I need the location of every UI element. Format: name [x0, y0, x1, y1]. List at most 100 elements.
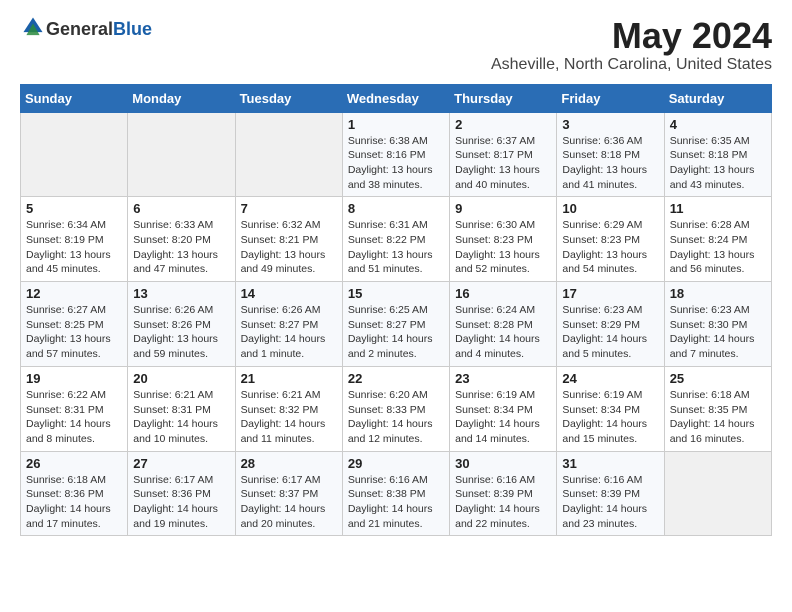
- day-cell: 14 Sunrise: 6:26 AM Sunset: 8:27 PM Dayli…: [235, 282, 342, 367]
- day-number: 25: [670, 371, 766, 386]
- day-cell: 3 Sunrise: 6:36 AM Sunset: 8:18 PM Daylig…: [557, 112, 664, 197]
- day-number: 31: [562, 456, 658, 471]
- day-info: Sunrise: 6:30 AM Sunset: 8:23 PM Dayligh…: [455, 218, 551, 277]
- calendar-header: SundayMondayTuesdayWednesdayThursdayFrid…: [21, 84, 772, 112]
- day-info: Sunrise: 6:29 AM Sunset: 8:23 PM Dayligh…: [562, 218, 658, 277]
- day-info: Sunrise: 6:16 AM Sunset: 8:38 PM Dayligh…: [348, 473, 444, 532]
- week-row-2: 5 Sunrise: 6:34 AM Sunset: 8:19 PM Daylig…: [21, 197, 772, 282]
- calendar-table: SundayMondayTuesdayWednesdayThursdayFrid…: [20, 84, 772, 537]
- logo-icon: [22, 16, 44, 38]
- day-cell: 31 Sunrise: 6:16 AM Sunset: 8:39 PM Dayli…: [557, 451, 664, 536]
- day-cell: 28 Sunrise: 6:17 AM Sunset: 8:37 PM Dayli…: [235, 451, 342, 536]
- day-info: Sunrise: 6:22 AM Sunset: 8:31 PM Dayligh…: [26, 388, 122, 447]
- header: GeneralBlue May 2024 Asheville, North Ca…: [20, 16, 772, 74]
- day-cell: 18Sunrise: 6:23 AM Sunset: 8:30 PM Dayli…: [664, 282, 771, 367]
- day-cell: [128, 112, 235, 197]
- day-cell: 30Sunrise: 6:16 AM Sunset: 8:39 PM Dayli…: [450, 451, 557, 536]
- day-cell: 10Sunrise: 6:29 AM Sunset: 8:23 PM Dayli…: [557, 197, 664, 282]
- day-cell: 19Sunrise: 6:22 AM Sunset: 8:31 PM Dayli…: [21, 366, 128, 451]
- day-number: 14: [241, 286, 337, 301]
- week-row-5: 26Sunrise: 6:18 AM Sunset: 8:36 PM Dayli…: [21, 451, 772, 536]
- day-info: Sunrise: 6:21 AM Sunset: 8:31 PM Dayligh…: [133, 388, 229, 447]
- day-info: Sunrise: 6:36 AM Sunset: 8:18 PM Dayligh…: [562, 134, 658, 193]
- day-cell: [235, 112, 342, 197]
- logo: GeneralBlue: [20, 16, 152, 43]
- header-cell-monday: Monday: [128, 84, 235, 112]
- day-info: Sunrise: 6:20 AM Sunset: 8:33 PM Dayligh…: [348, 388, 444, 447]
- title-area: May 2024 Asheville, North Carolina, Unit…: [491, 16, 772, 74]
- day-info: Sunrise: 6:37 AM Sunset: 8:17 PM Dayligh…: [455, 134, 551, 193]
- day-number: 5: [26, 201, 122, 216]
- day-cell: 29 Sunrise: 6:16 AM Sunset: 8:38 PM Dayli…: [342, 451, 449, 536]
- subtitle: Asheville, North Carolina, United States: [491, 56, 772, 74]
- day-number: 3: [562, 117, 658, 132]
- day-number: 21: [241, 371, 337, 386]
- day-number: 8: [348, 201, 444, 216]
- day-cell: 25 Sunrise: 6:18 AM Sunset: 8:35 PM Dayli…: [664, 366, 771, 451]
- header-cell-wednesday: Wednesday: [342, 84, 449, 112]
- day-cell: 6 Sunrise: 6:33 AM Sunset: 8:20 PM Daylig…: [128, 197, 235, 282]
- day-cell: 27 Sunrise: 6:17 AM Sunset: 8:36 PM Dayli…: [128, 451, 235, 536]
- day-number: 4: [670, 117, 766, 132]
- day-number: 6: [133, 201, 229, 216]
- week-row-3: 12Sunrise: 6:27 AM Sunset: 8:25 PM Dayli…: [21, 282, 772, 367]
- day-number: 2: [455, 117, 551, 132]
- day-info: Sunrise: 6:19 AM Sunset: 8:34 PM Dayligh…: [562, 388, 658, 447]
- day-cell: [664, 451, 771, 536]
- day-number: 7: [241, 201, 337, 216]
- day-info: Sunrise: 6:21 AM Sunset: 8:32 PM Dayligh…: [241, 388, 337, 447]
- day-info: Sunrise: 6:16 AM Sunset: 8:39 PM Dayligh…: [455, 473, 551, 532]
- day-info: Sunrise: 6:19 AM Sunset: 8:34 PM Dayligh…: [455, 388, 551, 447]
- header-cell-friday: Friday: [557, 84, 664, 112]
- day-info: Sunrise: 6:25 AM Sunset: 8:27 PM Dayligh…: [348, 303, 444, 362]
- day-cell: 5 Sunrise: 6:34 AM Sunset: 8:19 PM Daylig…: [21, 197, 128, 282]
- day-info: Sunrise: 6:18 AM Sunset: 8:36 PM Dayligh…: [26, 473, 122, 532]
- day-number: 29: [348, 456, 444, 471]
- day-info: Sunrise: 6:28 AM Sunset: 8:24 PM Dayligh…: [670, 218, 766, 277]
- day-cell: [21, 112, 128, 197]
- day-number: 23: [455, 371, 551, 386]
- day-info: Sunrise: 6:38 AM Sunset: 8:16 PM Dayligh…: [348, 134, 444, 193]
- day-number: 28: [241, 456, 337, 471]
- day-number: 17: [562, 286, 658, 301]
- day-info: Sunrise: 6:27 AM Sunset: 8:25 PM Dayligh…: [26, 303, 122, 362]
- day-info: Sunrise: 6:24 AM Sunset: 8:28 PM Dayligh…: [455, 303, 551, 362]
- day-info: Sunrise: 6:23 AM Sunset: 8:30 PM Dayligh…: [670, 303, 766, 362]
- day-number: 27: [133, 456, 229, 471]
- calendar-body: 1Sunrise: 6:38 AM Sunset: 8:16 PM Daylig…: [21, 112, 772, 536]
- day-info: Sunrise: 6:17 AM Sunset: 8:36 PM Dayligh…: [133, 473, 229, 532]
- day-cell: 4 Sunrise: 6:35 AM Sunset: 8:18 PM Daylig…: [664, 112, 771, 197]
- header-cell-thursday: Thursday: [450, 84, 557, 112]
- day-cell: 17Sunrise: 6:23 AM Sunset: 8:29 PM Dayli…: [557, 282, 664, 367]
- day-info: Sunrise: 6:26 AM Sunset: 8:27 PM Dayligh…: [241, 303, 337, 362]
- day-cell: 24Sunrise: 6:19 AM Sunset: 8:34 PM Dayli…: [557, 366, 664, 451]
- day-cell: 23 Sunrise: 6:19 AM Sunset: 8:34 PM Dayli…: [450, 366, 557, 451]
- week-row-1: 1Sunrise: 6:38 AM Sunset: 8:16 PM Daylig…: [21, 112, 772, 197]
- day-info: Sunrise: 6:31 AM Sunset: 8:22 PM Dayligh…: [348, 218, 444, 277]
- day-number: 13: [133, 286, 229, 301]
- day-cell: 22 Sunrise: 6:20 AM Sunset: 8:33 PM Dayli…: [342, 366, 449, 451]
- day-info: Sunrise: 6:26 AM Sunset: 8:26 PM Dayligh…: [133, 303, 229, 362]
- main-title: May 2024: [491, 16, 772, 56]
- day-number: 20: [133, 371, 229, 386]
- day-info: Sunrise: 6:35 AM Sunset: 8:18 PM Dayligh…: [670, 134, 766, 193]
- day-cell: 1Sunrise: 6:38 AM Sunset: 8:16 PM Daylig…: [342, 112, 449, 197]
- day-number: 22: [348, 371, 444, 386]
- day-cell: 11 Sunrise: 6:28 AM Sunset: 8:24 PM Dayli…: [664, 197, 771, 282]
- header-cell-saturday: Saturday: [664, 84, 771, 112]
- day-info: Sunrise: 6:32 AM Sunset: 8:21 PM Dayligh…: [241, 218, 337, 277]
- week-row-4: 19Sunrise: 6:22 AM Sunset: 8:31 PM Dayli…: [21, 366, 772, 451]
- logo-text: GeneralBlue: [46, 19, 152, 40]
- day-cell: 20 Sunrise: 6:21 AM Sunset: 8:31 PM Dayli…: [128, 366, 235, 451]
- day-info: Sunrise: 6:33 AM Sunset: 8:20 PM Dayligh…: [133, 218, 229, 277]
- day-cell: 8 Sunrise: 6:31 AM Sunset: 8:22 PM Daylig…: [342, 197, 449, 282]
- day-cell: 21 Sunrise: 6:21 AM Sunset: 8:32 PM Dayli…: [235, 366, 342, 451]
- day-info: Sunrise: 6:17 AM Sunset: 8:37 PM Dayligh…: [241, 473, 337, 532]
- day-cell: 7 Sunrise: 6:32 AM Sunset: 8:21 PM Daylig…: [235, 197, 342, 282]
- day-number: 11: [670, 201, 766, 216]
- day-cell: 16Sunrise: 6:24 AM Sunset: 8:28 PM Dayli…: [450, 282, 557, 367]
- day-info: Sunrise: 6:16 AM Sunset: 8:39 PM Dayligh…: [562, 473, 658, 532]
- day-cell: 13 Sunrise: 6:26 AM Sunset: 8:26 PM Dayli…: [128, 282, 235, 367]
- day-info: Sunrise: 6:34 AM Sunset: 8:19 PM Dayligh…: [26, 218, 122, 277]
- day-info: Sunrise: 6:18 AM Sunset: 8:35 PM Dayligh…: [670, 388, 766, 447]
